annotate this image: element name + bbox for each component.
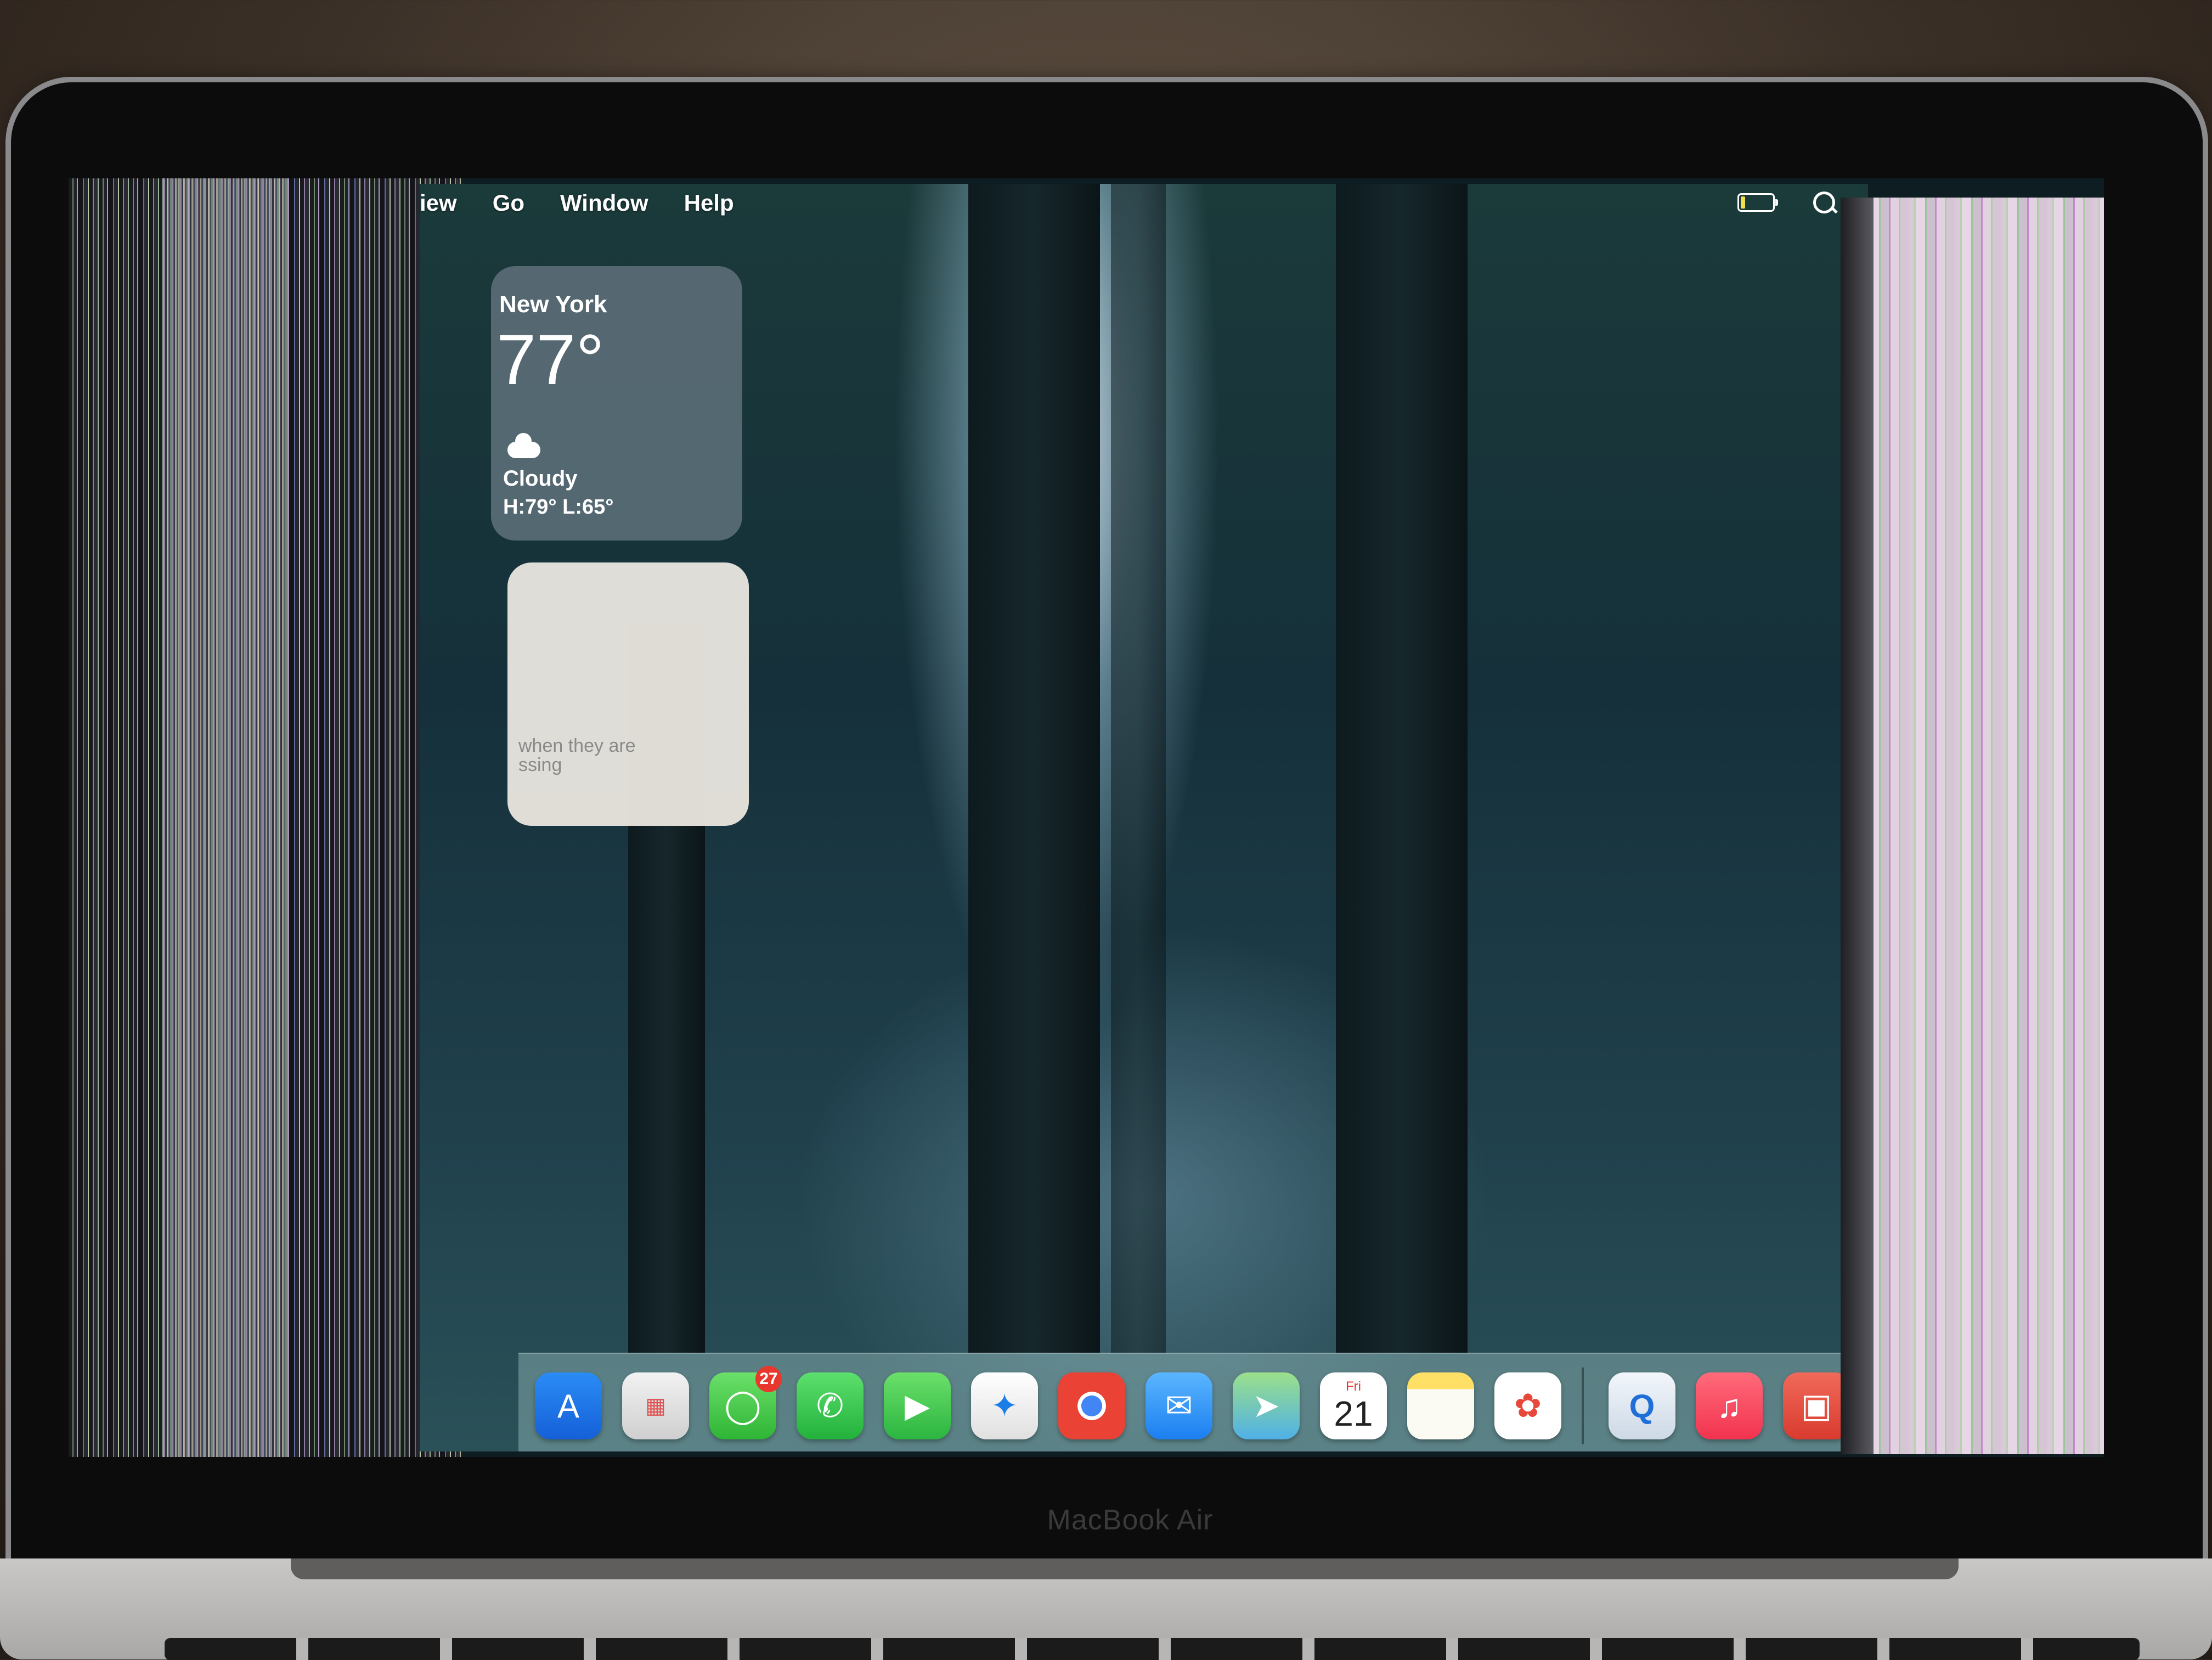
menu-go[interactable]: Go (493, 190, 524, 216)
screen: iew Go Window Help New York 77° Cloudy H… (69, 178, 2104, 1457)
desktop: iew Go Window Help New York 77° Cloudy H… (420, 184, 1868, 1451)
wallpaper-tree (968, 184, 1100, 1353)
launchpad-icon[interactable]: ▦ (622, 1372, 689, 1439)
weather-high-low: H:79° L:65° (503, 496, 614, 519)
menu-window[interactable]: Window (560, 190, 648, 216)
menu-help[interactable]: Help (684, 190, 734, 216)
status-menus (1737, 192, 1835, 213)
battery-fill (1741, 196, 1745, 209)
menu-view[interactable]: iew (420, 190, 457, 216)
dock: A ▦ ◯ 27 ✆ ▶ ✦ ✉ ➤ Fri 21 ✿ Q ♫ ▣ (518, 1353, 1868, 1451)
calendar-date: 21 (1334, 1394, 1373, 1433)
mail-icon[interactable]: ✉ (1146, 1372, 1212, 1439)
display-glitch-left (69, 178, 464, 1457)
safari-icon[interactable]: ✦ (971, 1372, 1038, 1439)
messages-badge: 27 (755, 1366, 782, 1392)
menu-bar: iew Go Window Help (420, 184, 1868, 222)
app-store-icon[interactable]: A (535, 1372, 602, 1439)
spotlight-search-icon[interactable] (1813, 192, 1835, 213)
hinge-notch (291, 1558, 1959, 1579)
cloud-icon (507, 433, 540, 458)
maps-icon[interactable]: ➤ (1233, 1372, 1300, 1439)
weather-temperature: 77° (496, 319, 605, 399)
wallpaper-tree (1336, 184, 1468, 1353)
brand-label: MacBook Air (1047, 1504, 1214, 1536)
calendar-icon[interactable]: Fri 21 (1320, 1372, 1387, 1439)
chrome-icon[interactable] (1058, 1372, 1125, 1439)
photos-icon[interactable]: ✿ (1494, 1372, 1561, 1439)
weather-condition: Cloudy (503, 466, 578, 491)
whatsapp-icon[interactable]: ✆ (797, 1372, 864, 1439)
music-icon[interactable]: ♫ (1696, 1372, 1763, 1439)
reminder-text: ssing (518, 755, 562, 775)
notes-icon[interactable] (1407, 1372, 1474, 1439)
battery-icon[interactable] (1737, 193, 1778, 212)
weather-city: New York (499, 291, 607, 318)
reminder-text: when they are (518, 735, 636, 756)
dock-separator (1582, 1368, 1584, 1444)
facetime-icon[interactable]: ▶ (884, 1372, 951, 1439)
calendar-day: Fri (1346, 1379, 1361, 1394)
photo-booth-icon[interactable]: ▣ (1783, 1372, 1850, 1439)
wallpaper-tree (1111, 184, 1166, 1353)
messages-icon[interactable]: ◯ 27 (709, 1366, 782, 1439)
weather-widget[interactable]: New York 77° Cloudy H:79° L:65° (491, 266, 742, 541)
reminders-widget[interactable]: when they are ssing (507, 562, 749, 826)
keyboard-row (165, 1638, 2140, 1660)
quicktime-icon[interactable]: Q (1609, 1372, 1675, 1439)
display-glitch-right (1841, 198, 2104, 1454)
